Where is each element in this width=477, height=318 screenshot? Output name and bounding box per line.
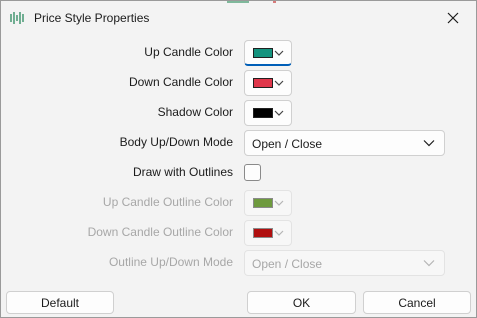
title-bar: Price Style Properties bbox=[1, 1, 476, 35]
chevron-down-icon bbox=[274, 230, 284, 236]
up-candle-color-button[interactable] bbox=[244, 40, 292, 66]
down-candle-color-button[interactable] bbox=[244, 70, 292, 96]
chevron-down-icon bbox=[423, 140, 435, 147]
shadow-color-swatch bbox=[253, 108, 273, 118]
cancel-button[interactable]: Cancel bbox=[363, 291, 471, 314]
shadow-color-label: Shadow Color bbox=[157, 105, 233, 119]
body-mode-select[interactable]: Open / Close bbox=[244, 130, 445, 156]
dialog-title: Price Style Properties bbox=[34, 11, 150, 25]
outline-mode-label: Outline Up/Down Mode bbox=[108, 255, 233, 269]
draw-outlines-label: Draw with Outlines bbox=[132, 165, 233, 179]
down-candle-color-label: Down Candle Color bbox=[128, 75, 233, 89]
up-outline-color-button[interactable] bbox=[244, 190, 292, 216]
up-candle-color-swatch bbox=[253, 48, 273, 58]
up-outline-color-swatch bbox=[253, 198, 273, 208]
outline-mode-select[interactable]: Open / Close bbox=[244, 250, 445, 276]
up-candle-color-label: Up Candle Color bbox=[144, 45, 233, 59]
down-candle-color-swatch bbox=[253, 78, 273, 88]
chevron-down-icon bbox=[274, 110, 284, 116]
body-mode-label: Body Up/Down Mode bbox=[119, 135, 233, 149]
chevron-down-icon bbox=[274, 80, 284, 86]
shadow-color-button[interactable] bbox=[244, 100, 292, 126]
outline-mode-value: Open / Close bbox=[252, 257, 323, 271]
draw-outlines-checkbox[interactable] bbox=[244, 164, 261, 181]
chevron-down-icon bbox=[274, 200, 284, 206]
close-icon bbox=[447, 12, 459, 24]
close-button[interactable] bbox=[439, 5, 467, 31]
chevron-down-icon bbox=[423, 260, 435, 267]
ok-button[interactable]: OK bbox=[247, 291, 356, 314]
down-outline-color-swatch bbox=[253, 228, 273, 238]
body-mode-value: Open / Close bbox=[252, 137, 323, 151]
up-outline-color-label: Up Candle Outline Color bbox=[102, 195, 233, 209]
price-style-dialog: Price Style Properties Up Candle Color D… bbox=[0, 0, 477, 318]
candlestick-chart-icon bbox=[9, 10, 25, 26]
chevron-down-icon bbox=[274, 50, 284, 56]
down-outline-color-button[interactable] bbox=[244, 220, 292, 246]
default-button[interactable]: Default bbox=[6, 291, 114, 314]
down-outline-color-label: Down Candle Outline Color bbox=[87, 225, 233, 239]
